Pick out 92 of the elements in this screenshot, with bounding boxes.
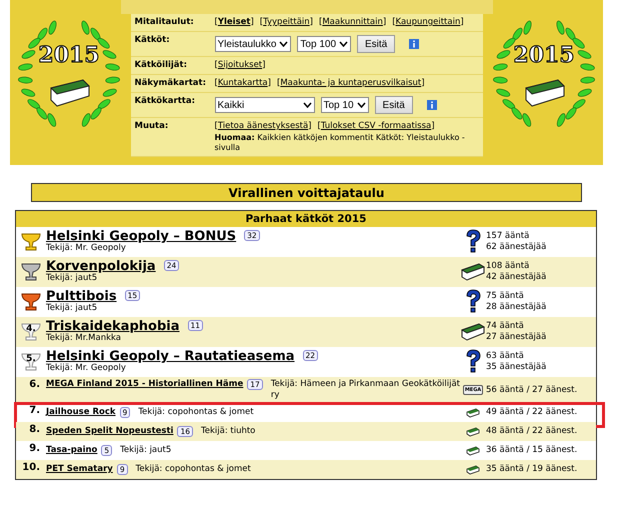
bracket: ] — [250, 17, 254, 27]
cache-title-link[interactable]: Speden Spelit Nopeustesti — [46, 426, 174, 437]
votes-text: 35 ääntä / 19 äänest. — [486, 464, 578, 475]
menu-link[interactable]: Yleiset — [218, 17, 250, 27]
winners-banner: Virallinen voittajataulu — [31, 183, 582, 202]
year-label: 2015 — [513, 42, 575, 68]
cache-title-link[interactable]: Korvenpolokija — [46, 260, 156, 274]
author-text: Tekijä: Mr. Geopoly — [46, 244, 127, 254]
dropdown[interactable]: Top 100 — [297, 36, 352, 52]
voters-text: 35 äänestäjää — [486, 362, 548, 373]
votes-text: 49 ääntä / 22 äänest. — [486, 407, 578, 418]
caret-icon — [339, 41, 348, 47]
bracket: [ — [214, 78, 218, 88]
rank-number: 6. — [28, 379, 41, 390]
votes-text: 36 ääntä / 15 äänest. — [486, 445, 578, 456]
votes-text: 56 ääntä / 27 äänest. — [486, 384, 578, 396]
menu-link[interactable]: Maakunta- ja kuntaperusvilkaisut — [280, 78, 422, 88]
table-title: Parhaat kätköt 2015 — [16, 211, 596, 227]
voters-text: 42 äänestäjää — [486, 272, 548, 283]
rank-number: 5. — [25, 354, 37, 364]
voters-text: 27 äänestäjää — [486, 332, 548, 343]
info-icon[interactable] — [426, 100, 437, 110]
cache-title-link[interactable]: Helsinki Geopoly – BONUS — [46, 230, 236, 244]
bracket: ] — [421, 78, 425, 88]
rank-number: 7. — [28, 405, 41, 416]
menu-label: Kätköilijät: — [134, 60, 188, 71]
menu-label: Näkymäkartat: — [134, 78, 207, 89]
votes-text: 74 ääntä — [486, 321, 525, 332]
bracket: [ — [318, 121, 321, 131]
menu-link[interactable]: Sijoitukset — [218, 60, 262, 70]
show-button[interactable]: Esitä — [357, 35, 396, 53]
menu-label: Mitalitaulut: — [134, 17, 195, 28]
voters-text: 62 äänestäjää — [486, 242, 548, 253]
bracket: ] — [460, 17, 464, 27]
cache-title-link[interactable]: MEGA Finland 2015 - Historiallinen Häme — [46, 379, 244, 390]
dropdown[interactable]: Kaikki — [214, 97, 314, 113]
votes-text: 157 ääntä — [486, 231, 530, 242]
cache-title-link[interactable]: Pulttibois — [46, 290, 117, 304]
rank-number: 8. — [28, 424, 41, 435]
year-label: 2015 — [38, 42, 100, 68]
author-text: Tekijä: Mr.Mankka — [46, 334, 122, 344]
bracket: [ — [319, 17, 322, 27]
menu-link[interactable]: Tyypeittäin — [263, 17, 310, 27]
author-text: Tekijä: jaut5 — [120, 445, 172, 456]
menu-label: Kätkökartta: — [134, 96, 196, 108]
bracket: [ — [214, 17, 218, 27]
cache-title-link[interactable]: Tasa-paino — [46, 445, 98, 456]
menu-link[interactable]: Kuntakartta — [218, 78, 268, 88]
votes-text: 63 ääntä — [486, 351, 525, 362]
author-text: Tekijä: jaut5 — [46, 304, 98, 314]
note-text: Huomaa: Kaikkien kätköjen kommentit Kätköt: Yleistaulukko -sivulla — [214, 133, 466, 153]
menu-link[interactable]: Kaupungeittain — [396, 17, 460, 27]
cache-title-link[interactable]: Jailhouse Rock — [46, 407, 116, 418]
bracket: [ — [392, 17, 396, 27]
author-text: Tekijä: Mr. Geopoly — [46, 364, 127, 374]
info-icon[interactable] — [409, 39, 420, 49]
votes-text: 48 ääntä / 22 äänest. — [486, 426, 578, 437]
menu-link[interactable]: Tulokset CSV -formaatissa — [320, 121, 432, 131]
menu-link[interactable]: Maakunnittain — [322, 17, 383, 27]
author-text: Tekijä: jaut5 — [46, 274, 98, 284]
show-button[interactable]: Esitä — [374, 96, 413, 114]
cache-title-link[interactable]: PET Sematary — [46, 464, 113, 475]
bracket: ] — [310, 17, 313, 27]
votes-text: 108 ääntä — [486, 261, 530, 272]
menu-link[interactable]: Tietoa äänestyksestä — [218, 121, 308, 131]
bracket: [ — [214, 60, 218, 70]
caret-icon — [356, 102, 366, 108]
bracket: ] — [268, 78, 271, 88]
cache-title-link[interactable]: Helsinki Geopoly – Rautatieasema — [46, 350, 295, 364]
author-text: Tekijä: tiuhto — [200, 426, 256, 437]
rank-number: 4. — [25, 324, 37, 334]
voters-text: 28 äänestäjää — [486, 302, 548, 313]
bracket: [ — [260, 17, 264, 27]
caret-icon — [279, 41, 288, 47]
author-text: Tekijä: copohontas & jomet — [136, 464, 252, 475]
menu-label: Kätköt: — [134, 35, 171, 47]
author-text: Tekijä: copohontas & jomet — [138, 407, 255, 418]
bracket: ] — [262, 60, 266, 70]
dropdown[interactable]: Top 10 — [320, 97, 369, 113]
votes-text: 75 ääntä — [486, 291, 525, 302]
rank-number: 9. — [28, 443, 41, 454]
author-text: Tekijä: Hämeen ja Pirkanmaan Geokätköilijät ry — [270, 379, 460, 401]
bracket: ] — [431, 121, 435, 131]
bracket: [ — [276, 78, 280, 88]
bracket: ] — [308, 121, 312, 131]
cache-title-link[interactable]: Triskaidekaphobia — [46, 320, 180, 334]
rank-number: 10. — [21, 462, 41, 473]
bracket: ] — [382, 17, 386, 27]
dropdown[interactable]: Yleistaulukko — [214, 36, 292, 52]
caret-icon — [302, 102, 312, 108]
bracket: [ — [214, 121, 218, 131]
menu-label: Muuta: — [134, 121, 170, 133]
